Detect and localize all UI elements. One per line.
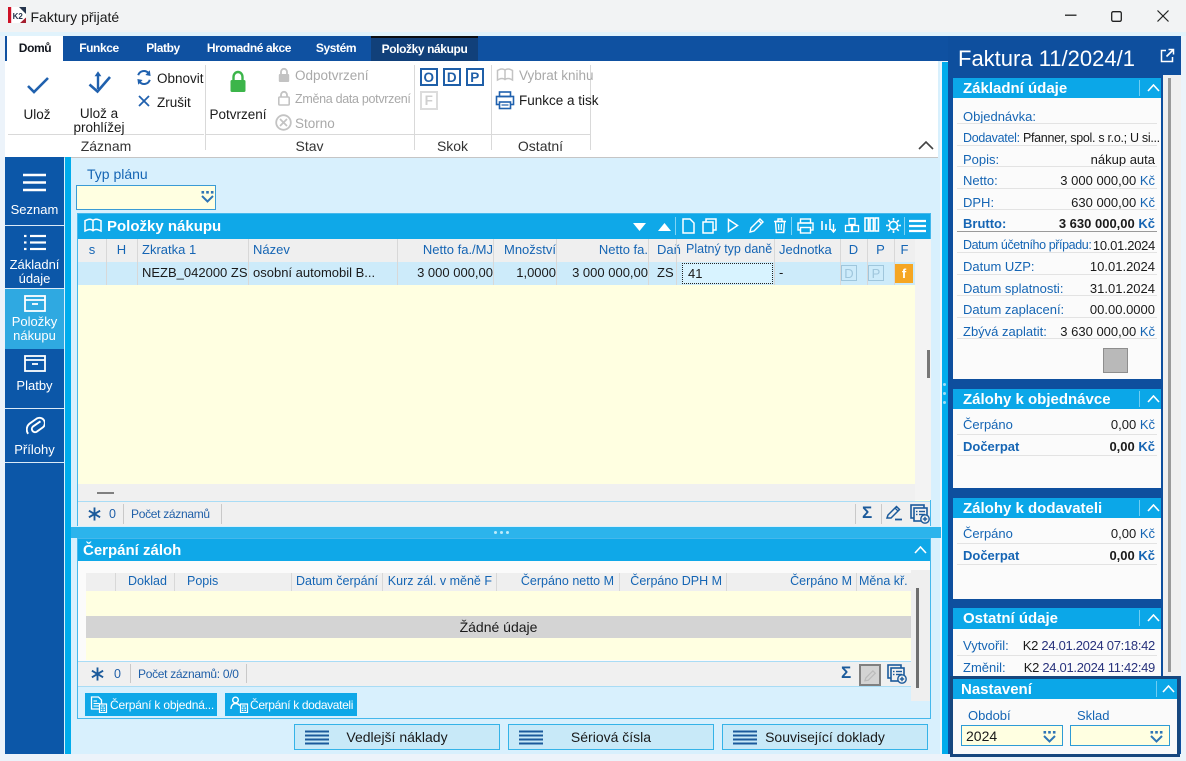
svg-text:K2: K2: [13, 12, 24, 21]
